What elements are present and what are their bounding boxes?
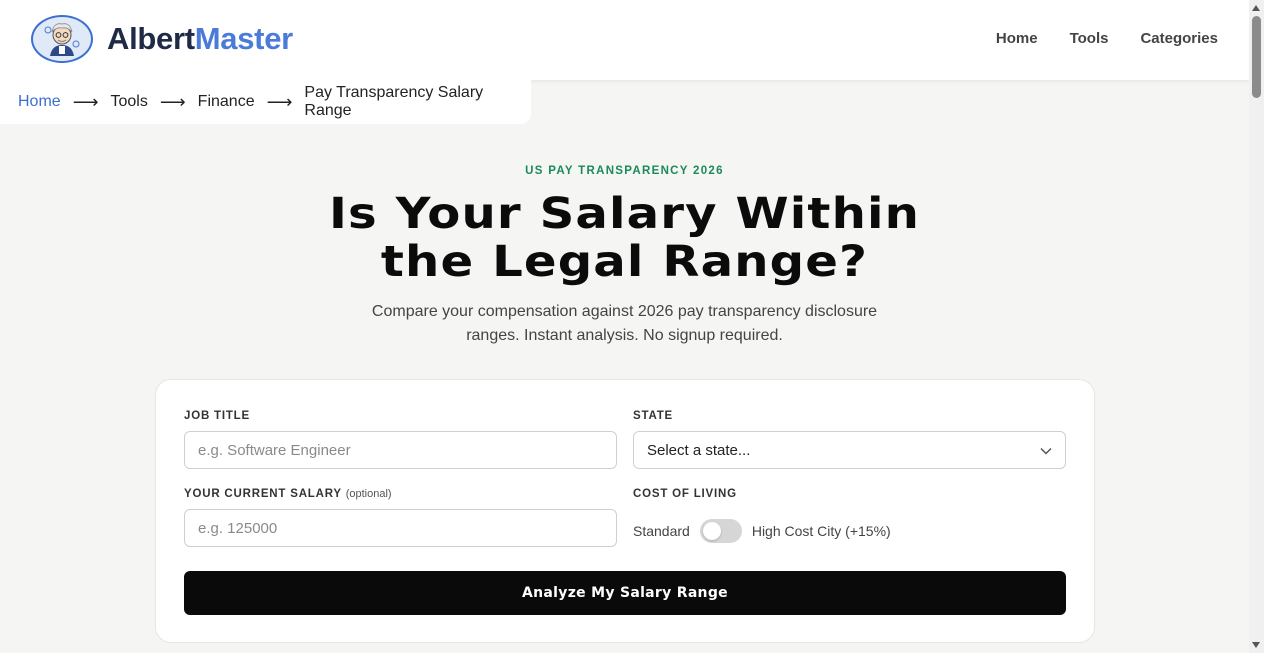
current-salary-label-text: YOUR CURRENT SALARY — [184, 488, 342, 500]
salary-form-card: JOB TITLE STATE Select a state... YOUR C… — [155, 379, 1095, 643]
toggle-right-label: High Cost City (+15%) — [751, 523, 891, 539]
page-title: Is Your Salary Within the Legal Range? — [0, 190, 1264, 286]
page-scrollbar[interactable] — [1249, 0, 1264, 653]
scroll-down-arrow-icon[interactable] — [1252, 642, 1260, 648]
breadcrumb-finance-link[interactable]: Finance — [198, 93, 255, 111]
main-nav: Home Tools Categories — [964, 30, 1218, 47]
state-label: STATE — [633, 410, 673, 422]
state-select-value: Select a state... — [647, 441, 751, 459]
brand-name: AlbertMaster — [107, 21, 293, 57]
breadcrumb-arrow-icon: ⟶ — [266, 91, 293, 112]
chevron-down-icon — [1040, 447, 1052, 455]
page-title-line1: Is Your Salary Within — [328, 189, 921, 239]
breadcrumb-tools-link[interactable]: Tools — [111, 93, 148, 111]
job-title-label: JOB TITLE — [184, 410, 250, 422]
breadcrumb-home-link[interactable]: Home — [18, 93, 61, 111]
breadcrumb-current-page: Pay Transparency Salary Range — [304, 84, 484, 119]
brand-logo-link[interactable]: AlbertMaster — [31, 15, 293, 63]
current-salary-label: YOUR CURRENT SALARY (optional) — [184, 488, 392, 500]
cost-of-living-toggle-row: Standard High Cost City (+15%) — [633, 519, 891, 543]
toggle-left-label: Standard — [633, 523, 690, 539]
brand-name-part2: Master — [194, 21, 293, 56]
toggle-knob — [702, 522, 721, 540]
nav-link-tools[interactable]: Tools — [1070, 30, 1109, 47]
breadcrumb-arrow-icon: ⟶ — [159, 91, 186, 112]
breadcrumb: Home ⟶ Tools ⟶ Finance ⟶ Pay Transparenc… — [0, 80, 531, 124]
state-select[interactable]: Select a state... — [633, 431, 1066, 469]
job-title-input[interactable] — [184, 431, 617, 469]
hero-subtitle-line2: ranges. Instant analysis. No signup requ… — [466, 327, 783, 344]
cost-of-living-label: COST OF LIVING — [633, 488, 737, 500]
hero-subtitle-line1: Compare your compensation against 2026 p… — [371, 303, 878, 320]
cost-of-living-toggle[interactable] — [699, 519, 742, 543]
scrollbar-thumb[interactable] — [1252, 16, 1261, 98]
scroll-up-arrow-icon[interactable] — [1252, 5, 1260, 11]
site-header: AlbertMaster Home Tools Categories — [0, 0, 1249, 80]
current-salary-input[interactable] — [184, 509, 617, 547]
breadcrumb-arrow-icon: ⟶ — [72, 91, 99, 112]
nav-link-home[interactable]: Home — [996, 30, 1038, 47]
optional-hint: (optional) — [345, 488, 392, 500]
nav-link-categories[interactable]: Categories — [1140, 30, 1218, 47]
brand-name-part1: Albert — [107, 21, 195, 56]
hero-subtitle: Compare your compensation against 2026 p… — [0, 300, 1249, 348]
mascot-logo-icon — [31, 15, 93, 63]
hero-eyebrow: US PAY TRANSPARENCY 2026 — [525, 165, 724, 177]
page-title-line2: the Legal Range? — [380, 237, 869, 287]
analyze-salary-button[interactable]: Analyze My Salary Range — [184, 571, 1066, 615]
